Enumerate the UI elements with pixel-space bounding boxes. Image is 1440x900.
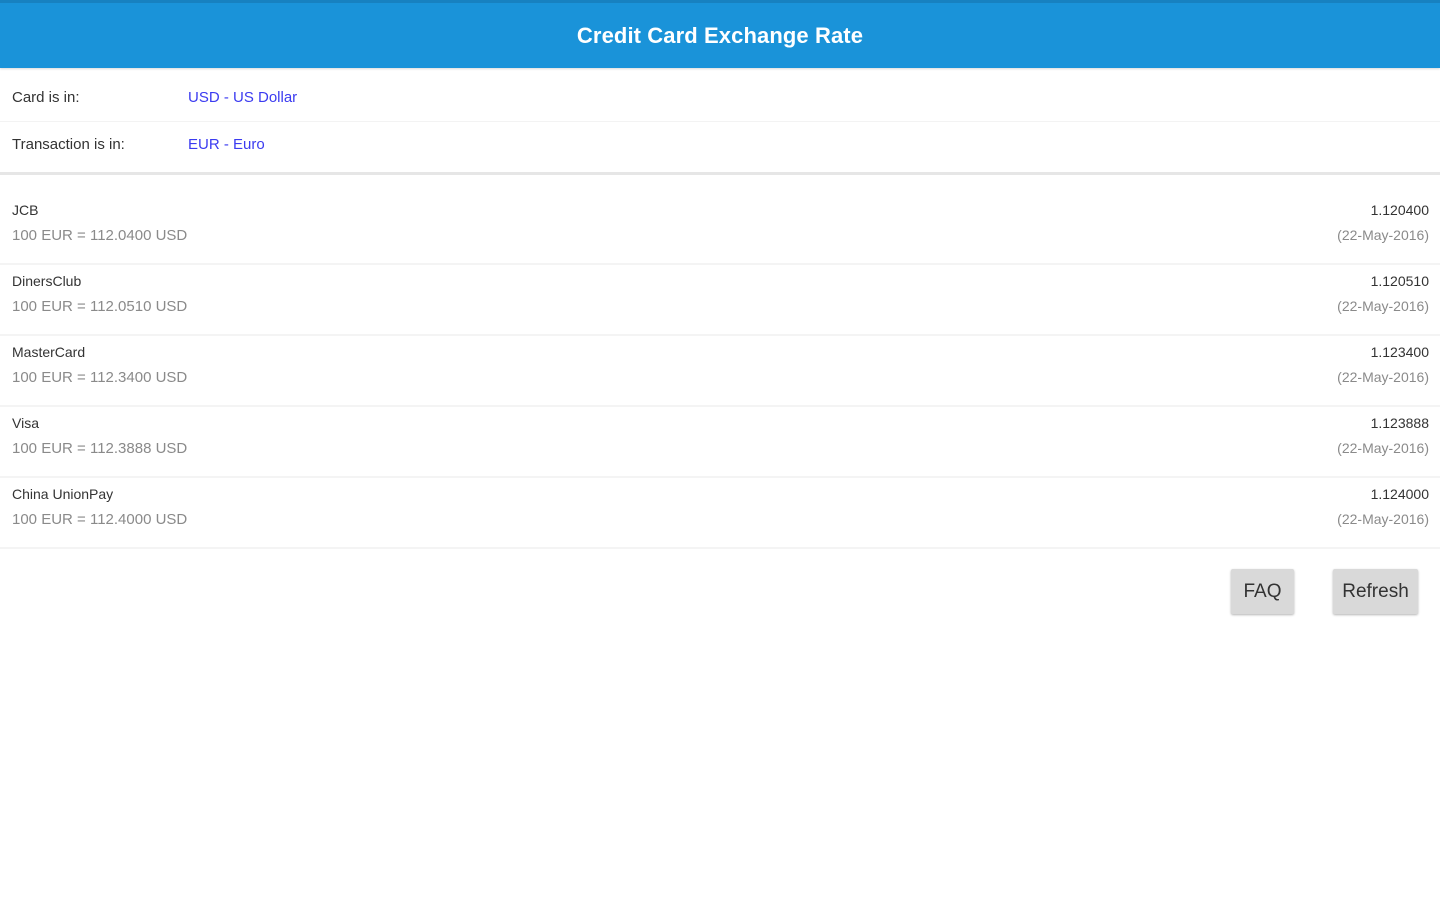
rate-conversion-detail: 100 EUR = 112.4000 USD (12, 511, 188, 528)
card-currency-label: Card is in: (12, 88, 80, 106)
transaction-currency-selector[interactable]: EUR - Euro (188, 136, 265, 153)
rate-conversion-detail: 100 EUR = 112.3400 USD (12, 369, 188, 386)
rate-row-chinaunionpay: China UnionPay 100 EUR = 112.4000 USD 1.… (0, 478, 1440, 549)
rate-date: (22-May-2016) (1337, 440, 1429, 456)
rate-date: (22-May-2016) (1337, 511, 1429, 527)
rate-row-dinersclub: DinersClub 100 EUR = 112.0510 USD 1.1205… (0, 265, 1440, 336)
rate-row-jcb: JCB 100 EUR = 112.0400 USD 1.120400 (22-… (0, 194, 1440, 265)
transaction-currency-label: Transaction is in: (12, 135, 125, 153)
rate-network-name: Visa (12, 415, 39, 431)
rate-row-visa: Visa 100 EUR = 112.3888 USD 1.123888 (22… (0, 407, 1440, 478)
faq-button[interactable]: FAQ (1231, 569, 1294, 614)
rate-date: (22-May-2016) (1337, 369, 1429, 385)
rate-row-mastercard: MasterCard 100 EUR = 112.3400 USD 1.1234… (0, 336, 1440, 407)
rate-network-name: China UnionPay (12, 486, 114, 502)
rate-network-name: MasterCard (12, 344, 86, 360)
rate-value: 1.123400 (1370, 344, 1429, 360)
rate-value: 1.120510 (1370, 273, 1429, 289)
rate-value: 1.120400 (1370, 202, 1429, 218)
rate-value: 1.124000 (1370, 486, 1429, 502)
rate-network-name: DinersClub (12, 273, 82, 289)
rate-conversion-detail: 100 EUR = 112.0510 USD (12, 298, 188, 315)
rate-date: (22-May-2016) (1337, 227, 1429, 243)
card-currency-row: Card is in: USD - US Dollar (0, 74, 1440, 122)
rate-value: 1.123888 (1370, 415, 1429, 431)
app-bar: Credit Card Exchange Rate (0, 0, 1440, 68)
rate-network-name: JCB (12, 202, 39, 218)
app-title: Credit Card Exchange Rate (576, 22, 864, 48)
card-currency-selector[interactable]: USD - US Dollar (188, 89, 297, 106)
transaction-currency-row: Transaction is in: EUR - Euro (0, 121, 1440, 167)
rate-list: JCB 100 EUR = 112.0400 USD 1.120400 (22-… (0, 194, 1440, 549)
settings-divider (0, 172, 1440, 175)
rate-conversion-detail: 100 EUR = 112.0400 USD (12, 227, 188, 244)
rate-conversion-detail: 100 EUR = 112.3888 USD (12, 440, 188, 457)
refresh-button[interactable]: Refresh (1333, 569, 1418, 614)
rate-date: (22-May-2016) (1337, 298, 1429, 314)
